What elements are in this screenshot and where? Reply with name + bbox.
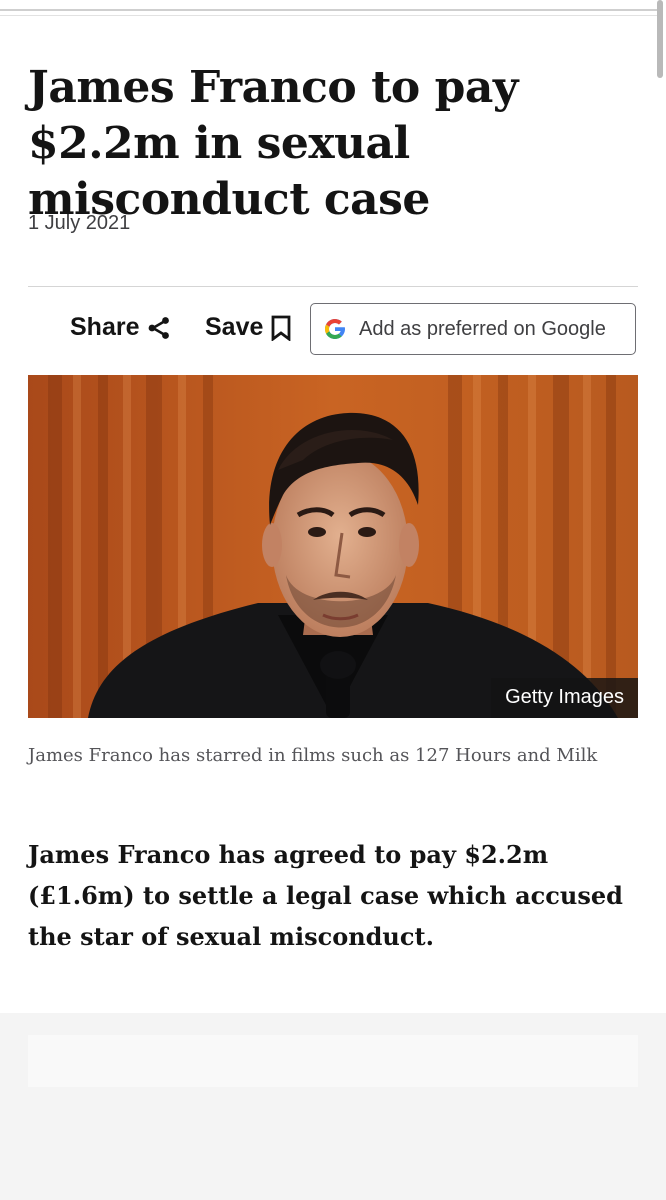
placeholder-block [28, 1035, 638, 1087]
divider [28, 286, 638, 287]
top-border [0, 0, 660, 11]
save-button[interactable]: Save [205, 313, 291, 342]
portrait-illustration [28, 375, 638, 718]
article-date: 1 July 2021 [28, 212, 131, 234]
save-label: Save [205, 313, 264, 341]
share-label: Share [70, 313, 140, 341]
google-g-icon [323, 317, 347, 341]
bookmark-icon [271, 315, 291, 341]
scrollbar[interactable] [657, 0, 663, 78]
top-border-line [0, 15, 660, 16]
image-caption: James Franco has starred in films such a… [28, 745, 598, 766]
google-button-label: Add as preferred on Google [359, 317, 606, 340]
share-icon [147, 316, 171, 340]
footer-area [0, 1013, 666, 1200]
share-button[interactable]: Share [70, 313, 171, 342]
image-credit: Getty Images [491, 678, 638, 718]
add-preferred-google-button[interactable]: Add as preferred on Google [310, 303, 636, 355]
article-image: Getty Images [28, 375, 638, 718]
article-title: James Franco to pay $2.2m in sexual misc… [28, 62, 518, 225]
article-lead-paragraph: James Franco has agreed to pay $2.2m (£1… [28, 840, 623, 951]
article-actions: Share Save Add as preferred on Google [28, 303, 638, 359]
